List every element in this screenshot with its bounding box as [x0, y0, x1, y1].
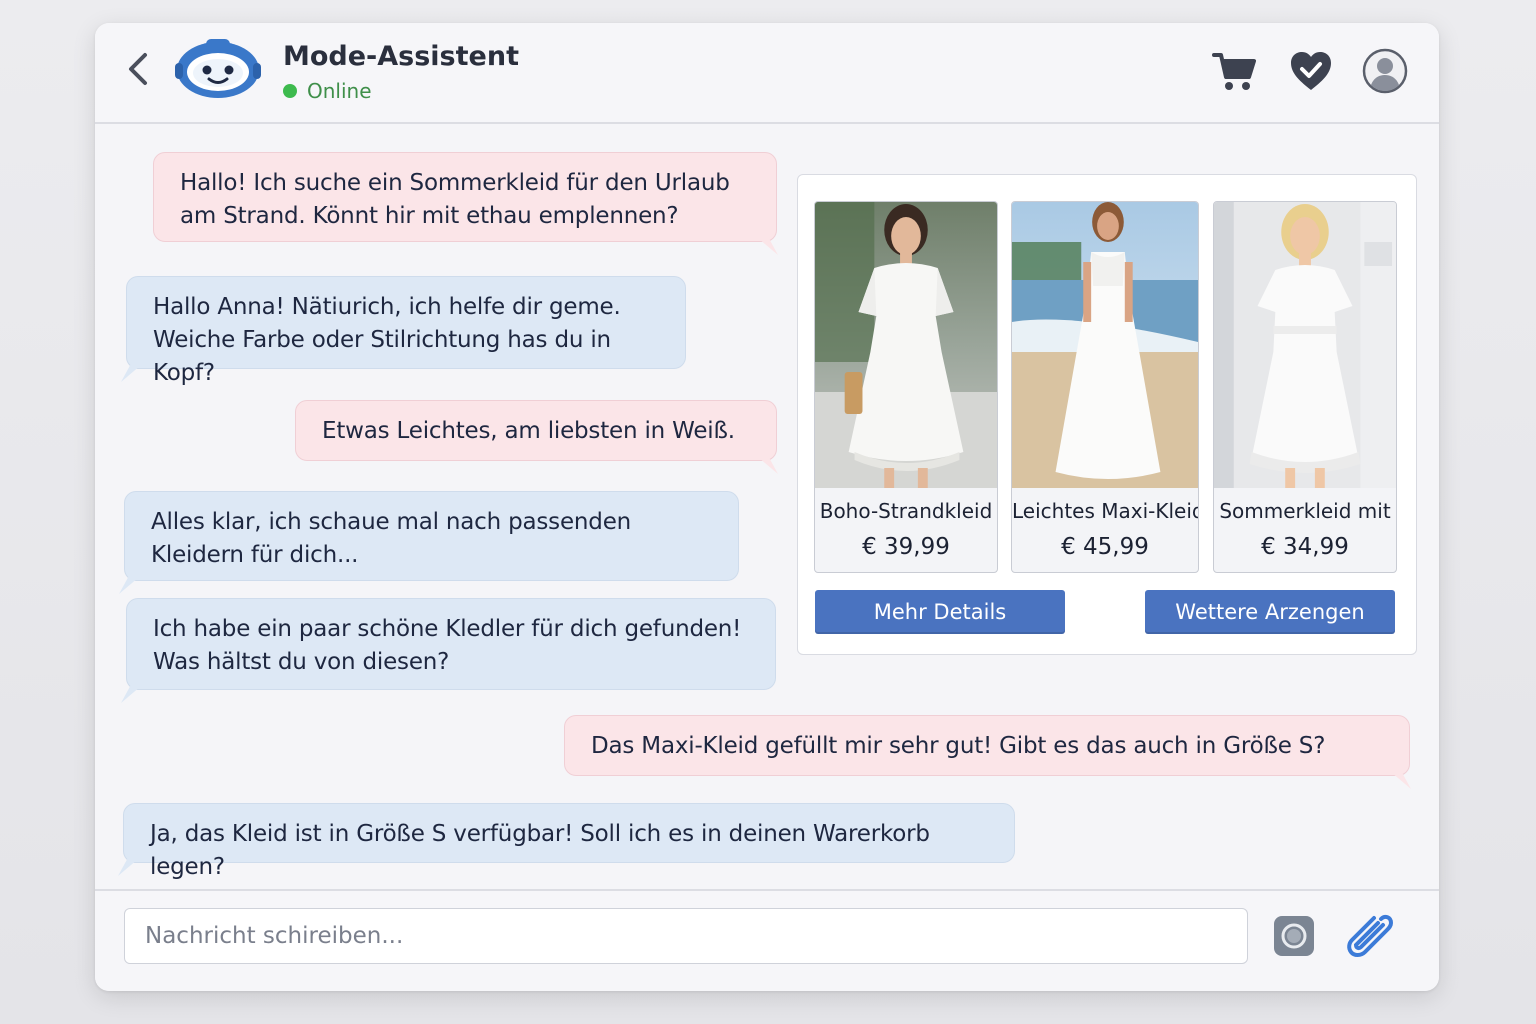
- message-bot-3: Ich habe ein paar schöne Kledler für dic…: [121, 598, 776, 703]
- product-suggestions-panel: Boho-Strandkleid € 39,99 Leichtes Maxi-K…: [797, 174, 1417, 655]
- online-status: Online: [283, 79, 372, 103]
- bubble-tail: [121, 681, 147, 703]
- user-icon[interactable]: [1361, 47, 1409, 95]
- message-user-3: Das Maxi-Kleid gefüllt mir sehr gut! Gib…: [564, 715, 1411, 789]
- more-details-button[interactable]: Mehr Details: [815, 590, 1065, 634]
- bubble-tail: [752, 452, 778, 474]
- more-suggestions-button[interactable]: Wettere Arzengen: [1145, 590, 1395, 634]
- product-image-maxi-dress-beach: [1012, 202, 1198, 488]
- product-card-boho[interactable]: Boho-Strandkleid € 39,99: [814, 201, 998, 573]
- chat-window: Mode-Assistent Online Hallo! Ich suche e…: [95, 23, 1439, 991]
- chat-header: Mode-Assistent Online: [95, 23, 1439, 124]
- message-bot-4: Ja, das Kleid ist in Größe S verfügbar! …: [118, 803, 1015, 880]
- product-image-dress-lace: [815, 202, 997, 488]
- heart-check-icon[interactable]: [1287, 47, 1335, 95]
- page-title: Mode-Assistent: [283, 41, 519, 72]
- status-label: Online: [307, 79, 372, 103]
- camera-icon[interactable]: [1273, 915, 1315, 957]
- robot-avatar: [175, 39, 261, 98]
- message-user-2: Etwas Leichtes, am liebsten in Weiß.: [295, 400, 778, 474]
- product-image-dress-lace-sleeves: [1214, 202, 1396, 488]
- cart-icon[interactable]: [1211, 47, 1259, 95]
- product-price: € 39,99: [862, 534, 950, 560]
- product-card-maxi[interactable]: Leichtes Maxi-Kleid € 45,99: [1011, 201, 1199, 573]
- product-name: Boho-Strandkleid: [819, 499, 993, 523]
- product-card-sommer[interactable]: Sommerkleid mit € 34,99: [1213, 201, 1397, 573]
- bubble-tail: [121, 360, 147, 382]
- message-bot-1: Hallo Anna! Nätiurich, ich helfe dir gem…: [121, 276, 686, 386]
- paperclip-icon[interactable]: [1345, 911, 1395, 961]
- bubble-tail: [118, 854, 144, 876]
- product-price: € 45,99: [1061, 534, 1149, 560]
- message-input[interactable]: [124, 908, 1248, 964]
- bubble-tail: [119, 572, 145, 594]
- message-bot-2: Alles klar, ich schaue mal nach passende…: [119, 491, 739, 594]
- bubble-tail: [752, 233, 778, 255]
- product-name: Sommerkleid mit: [1219, 499, 1391, 523]
- online-dot-icon: [283, 84, 297, 98]
- chevron-left-icon[interactable]: [123, 49, 153, 89]
- product-price: € 34,99: [1261, 534, 1349, 560]
- message-user-1: Hallo! Ich suche ein Sommerkleid für den…: [153, 152, 778, 255]
- product-name: Leichtes Maxi-Kleid: [1012, 499, 1199, 523]
- message-composer: [95, 889, 1439, 991]
- bubble-tail: [1385, 767, 1411, 789]
